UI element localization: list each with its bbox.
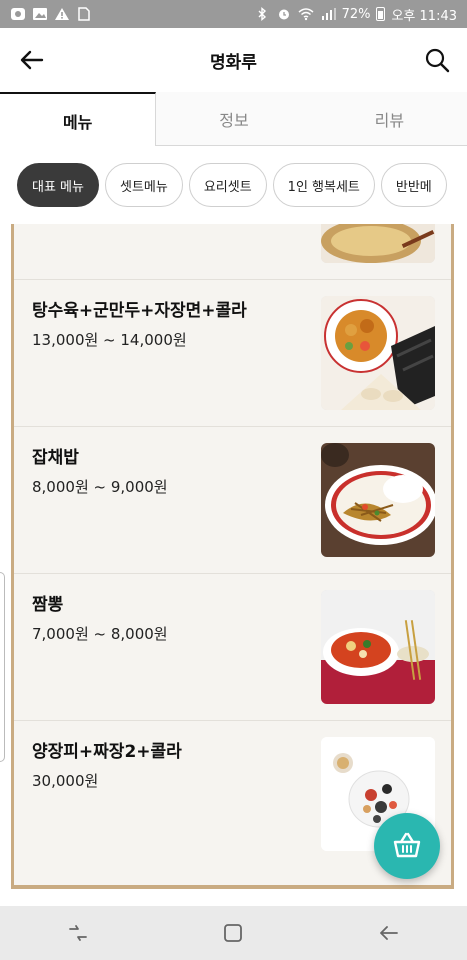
clock: 오후 11:43 [391,8,457,24]
battery-icon [376,7,386,21]
system-nav-bar [0,906,467,960]
tab-bar: 메뉴 정보 리뷰 [0,92,467,147]
signal-icon [320,7,336,21]
food-photo [321,443,435,557]
category-chips: 대표 메뉴 셋트메뉴 요리셋트 1인 행복세트 반반메 [0,146,467,224]
menu-item-name: 양장피+짜장2+콜라 [32,742,182,762]
status-bar: 72% 오후 11:43 [0,0,467,28]
menu-list: 탕수육+군만두+자장면+콜라 13,000원 ~ 14,000원 잡채밥 8,0… [0,224,467,906]
food-photo [321,224,435,263]
search-icon[interactable] [423,46,451,74]
bluetooth-icon [254,7,270,21]
tab-menu[interactable]: 메뉴 [0,92,157,147]
chip-half-half[interactable]: 반반메 [380,163,447,207]
menu-item-price: 8,000원 ~ 9,000원 [32,478,168,496]
status-bar-right: 72% 오후 11:43 [254,5,457,24]
side-drawer-handle[interactable] [0,572,5,762]
page-title: 명화루 [210,52,257,73]
menu-item-price: 13,000원 ~ 14,000원 [32,331,187,349]
app-bar: 명화루 [0,28,467,92]
back-icon[interactable] [375,919,403,947]
status-bar-left [10,7,92,21]
tab-reviews[interactable]: 리뷰 [312,92,467,145]
tab-info[interactable]: 정보 [156,92,311,145]
home-icon[interactable] [219,919,247,947]
wifi-icon [298,7,314,21]
menu-item-price: 30,000원 [32,772,99,790]
menu-board: 탕수육+군만두+자장면+콜라 13,000원 ~ 14,000원 잡채밥 8,0… [11,224,454,889]
basket-icon [391,830,423,862]
gallery-icon [32,7,48,21]
chip-featured-menu[interactable]: 대표 메뉴 [17,163,99,207]
sim-icon [76,7,92,21]
chip-single-happy-set[interactable]: 1인 행복세트 [272,163,375,207]
food-photo [321,296,435,410]
food-photo [321,590,435,704]
chip-dish-set[interactable]: 요리셋트 [188,163,267,207]
back-arrow-icon[interactable] [18,46,46,74]
list-item[interactable]: 탕수육+군만두+자장면+콜라 13,000원 ~ 14,000원 [14,280,451,427]
chip-set-menu[interactable]: 셋트메뉴 [104,163,183,207]
list-item[interactable] [14,224,451,280]
notification-icon [10,7,26,21]
recent-apps-icon[interactable] [64,919,92,947]
menu-item-name: 짬뽕 [32,595,64,615]
menu-item-price: 7,000원 ~ 8,000원 [32,625,168,643]
alarm-icon [276,7,292,21]
warning-icon [54,7,70,21]
menu-item-name: 잡채밥 [32,448,79,468]
list-item[interactable]: 잡채밥 8,000원 ~ 9,000원 [14,427,451,574]
list-item[interactable]: 짬뽕 7,000원 ~ 8,000원 [14,574,451,721]
menu-item-name: 탕수육+군만두+자장면+콜라 [32,301,247,321]
battery-percent: 72% [341,6,371,22]
cart-button[interactable] [374,813,440,879]
